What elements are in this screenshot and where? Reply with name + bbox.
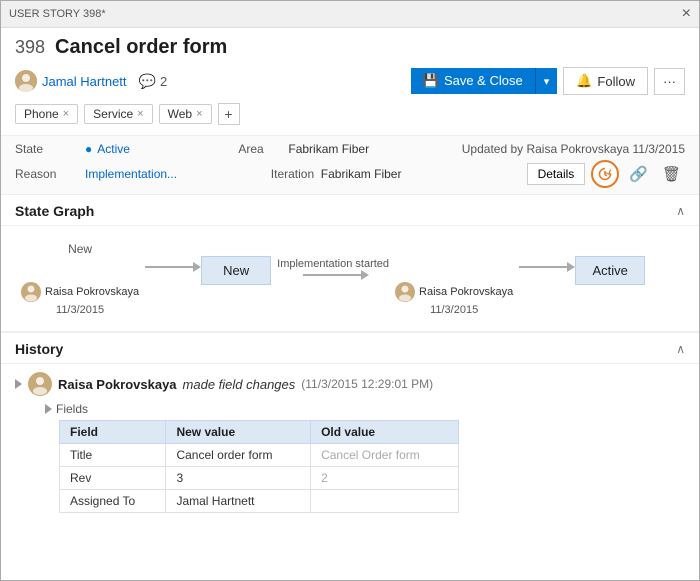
state-node-3: Raisa Pokrovskaya 11/3/2015 <box>395 242 513 316</box>
history-title: History <box>15 341 63 357</box>
area-value: Fabrikam Fiber <box>288 142 461 156</box>
history-collapse[interactable]: ∧ <box>676 342 685 356</box>
state-box-active: Active <box>575 256 645 285</box>
state-value[interactable]: Active <box>85 142 238 156</box>
field-old-value: Cancel Order form <box>311 444 459 467</box>
save-close-dropdown[interactable]: ▾ <box>536 68 558 94</box>
assigned-user[interactable]: Jamal Hartnett <box>15 70 127 92</box>
state-user-3: Raisa Pokrovskaya <box>395 282 513 302</box>
iteration-value: Fabrikam Fiber <box>321 167 527 181</box>
trash-button[interactable]: 🗑 <box>658 163 685 185</box>
assigned-user-name: Jamal Hartnett <box>42 74 127 89</box>
close-icon[interactable]: × <box>682 5 691 23</box>
tag-phone-label: Phone <box>24 107 59 121</box>
tag-phone-close[interactable]: × <box>63 108 69 120</box>
state-user-name-1: Raisa Pokrovskaya <box>45 286 139 298</box>
state-date-1: 11/3/2015 <box>56 304 104 316</box>
history-user-line: Raisa Pokrovskaya made field changes (11… <box>15 372 685 396</box>
table-row: Assigned To Jamal Hartnett <box>60 490 459 513</box>
state-user-1: Raisa Pokrovskaya <box>21 282 139 302</box>
history-icon-button[interactable] <box>591 160 619 188</box>
tag-service-close[interactable]: × <box>137 108 143 120</box>
history-header: History ∧ <box>1 333 699 364</box>
table-row: Title Cancel order form Cancel Order for… <box>60 444 459 467</box>
fields-expand-icon[interactable] <box>45 404 52 414</box>
follow-icon: 🔔 <box>576 73 592 89</box>
state-graph-title: State Graph <box>15 203 94 219</box>
col-old-value: Old value <box>311 421 459 444</box>
state-graph: New Raisa Pokrovskaya 11/3/2015 New Impl… <box>1 226 699 332</box>
field-name: Title <box>60 444 166 467</box>
area-label: Area <box>238 142 288 156</box>
more-button[interactable]: ··· <box>654 68 685 95</box>
history-entry: Raisa Pokrovskaya made field changes (11… <box>1 364 699 521</box>
arrow-1 <box>145 266 195 268</box>
state-node-4: Active <box>575 236 645 291</box>
state-label-new: New <box>68 242 92 256</box>
link-button[interactable]: 🔗 <box>625 163 652 185</box>
toolbar-right: 💾Save & Close ▾ 🔔 Follow ··· <box>411 67 685 95</box>
state-node-2: New <box>201 236 271 291</box>
work-item-title[interactable]: Cancel order form <box>55 36 227 59</box>
save-close-group: 💾Save & Close ▾ <box>411 68 557 94</box>
fields-section: Fields Field New value Old value Title C… <box>45 402 685 513</box>
field-new-value: Jamal Hartnett <box>166 490 311 513</box>
state-node-1: New Raisa Pokrovskaya 11/3/2015 <box>21 242 139 316</box>
state-graph-header: State Graph ∧ <box>1 195 699 226</box>
state-label: State <box>15 142 85 156</box>
reason-value[interactable]: Implementation... <box>85 167 271 181</box>
history-section: History ∧ Raisa Pokrovskaya made field c… <box>1 332 699 521</box>
comment-count[interactable]: 💬 2 <box>139 73 168 90</box>
arrow-2-container: Implementation started <box>277 258 389 276</box>
avatar <box>15 70 37 92</box>
follow-button[interactable]: 🔔 Follow <box>563 67 648 95</box>
col-field: Field <box>60 421 166 444</box>
arrow-2-label: Implementation started <box>277 258 389 270</box>
table-row: Rev 3 2 <box>60 467 459 490</box>
toolbar-row: Jamal Hartnett 💬 2 💾Save & Close ▾ 🔔 Fol… <box>15 67 685 95</box>
title-bar: USER STORY 398* × <box>1 1 699 28</box>
updated-text: Updated by Raisa Pokrovskaya 11/3/2015 <box>462 142 685 156</box>
history-timestamp: (11/3/2015 12:29:01 PM) <box>301 377 433 391</box>
field-new-value: 3 <box>166 467 311 490</box>
fields-table: Field New value Old value Title Cancel o… <box>59 420 459 513</box>
save-close-button[interactable]: 💾Save & Close <box>411 68 536 94</box>
details-button[interactable]: Details <box>527 163 586 185</box>
arrow-3 <box>519 266 569 268</box>
main-header: 398 Cancel order form Jamal Hartnett 💬 2 <box>1 28 699 136</box>
col-new-value: New value <box>166 421 311 444</box>
work-item-id: 398 <box>15 37 45 58</box>
tags-row: Phone × Service × Web × + <box>15 103 685 125</box>
comment-number: 2 <box>160 74 167 89</box>
state-date-3: 11/3/2015 <box>430 304 478 316</box>
work-item-id-title: 398 Cancel order form <box>15 36 685 59</box>
tag-web-close[interactable]: × <box>196 108 202 120</box>
field-name: Rev <box>60 467 166 490</box>
state-box-new: New <box>201 256 271 285</box>
field-new-value: Cancel order form <box>166 444 311 467</box>
fields-label: Fields <box>45 402 685 416</box>
comment-icon: 💬 <box>139 73 156 90</box>
expand-icon[interactable] <box>15 379 22 389</box>
toolbar-left: Jamal Hartnett 💬 2 <box>15 70 167 92</box>
tag-web-label: Web <box>168 107 192 121</box>
title-bar-label: USER STORY 398* <box>9 8 106 20</box>
field-old-value: 2 <box>311 467 459 490</box>
tag-phone: Phone × <box>15 104 78 124</box>
history-avatar <box>28 372 52 396</box>
state-user-name-3: Raisa Pokrovskaya <box>419 286 513 298</box>
add-tag-button[interactable]: + <box>218 103 240 125</box>
tag-service: Service × <box>84 104 152 124</box>
metadata-section: State Active Area Fabrikam Fiber Updated… <box>1 136 699 195</box>
history-action: made field changes <box>183 377 296 392</box>
iteration-label: Iteration <box>271 167 321 181</box>
tag-web: Web × <box>159 104 212 124</box>
details-toolbar: Details 🔗 🗑 <box>527 160 685 188</box>
field-name: Assigned To <box>60 490 166 513</box>
reason-label: Reason <box>15 167 85 181</box>
state-graph-collapse[interactable]: ∧ <box>676 204 685 218</box>
history-user-name: Raisa Pokrovskaya <box>58 377 177 392</box>
tag-service-label: Service <box>93 107 133 121</box>
field-old-value <box>311 490 459 513</box>
